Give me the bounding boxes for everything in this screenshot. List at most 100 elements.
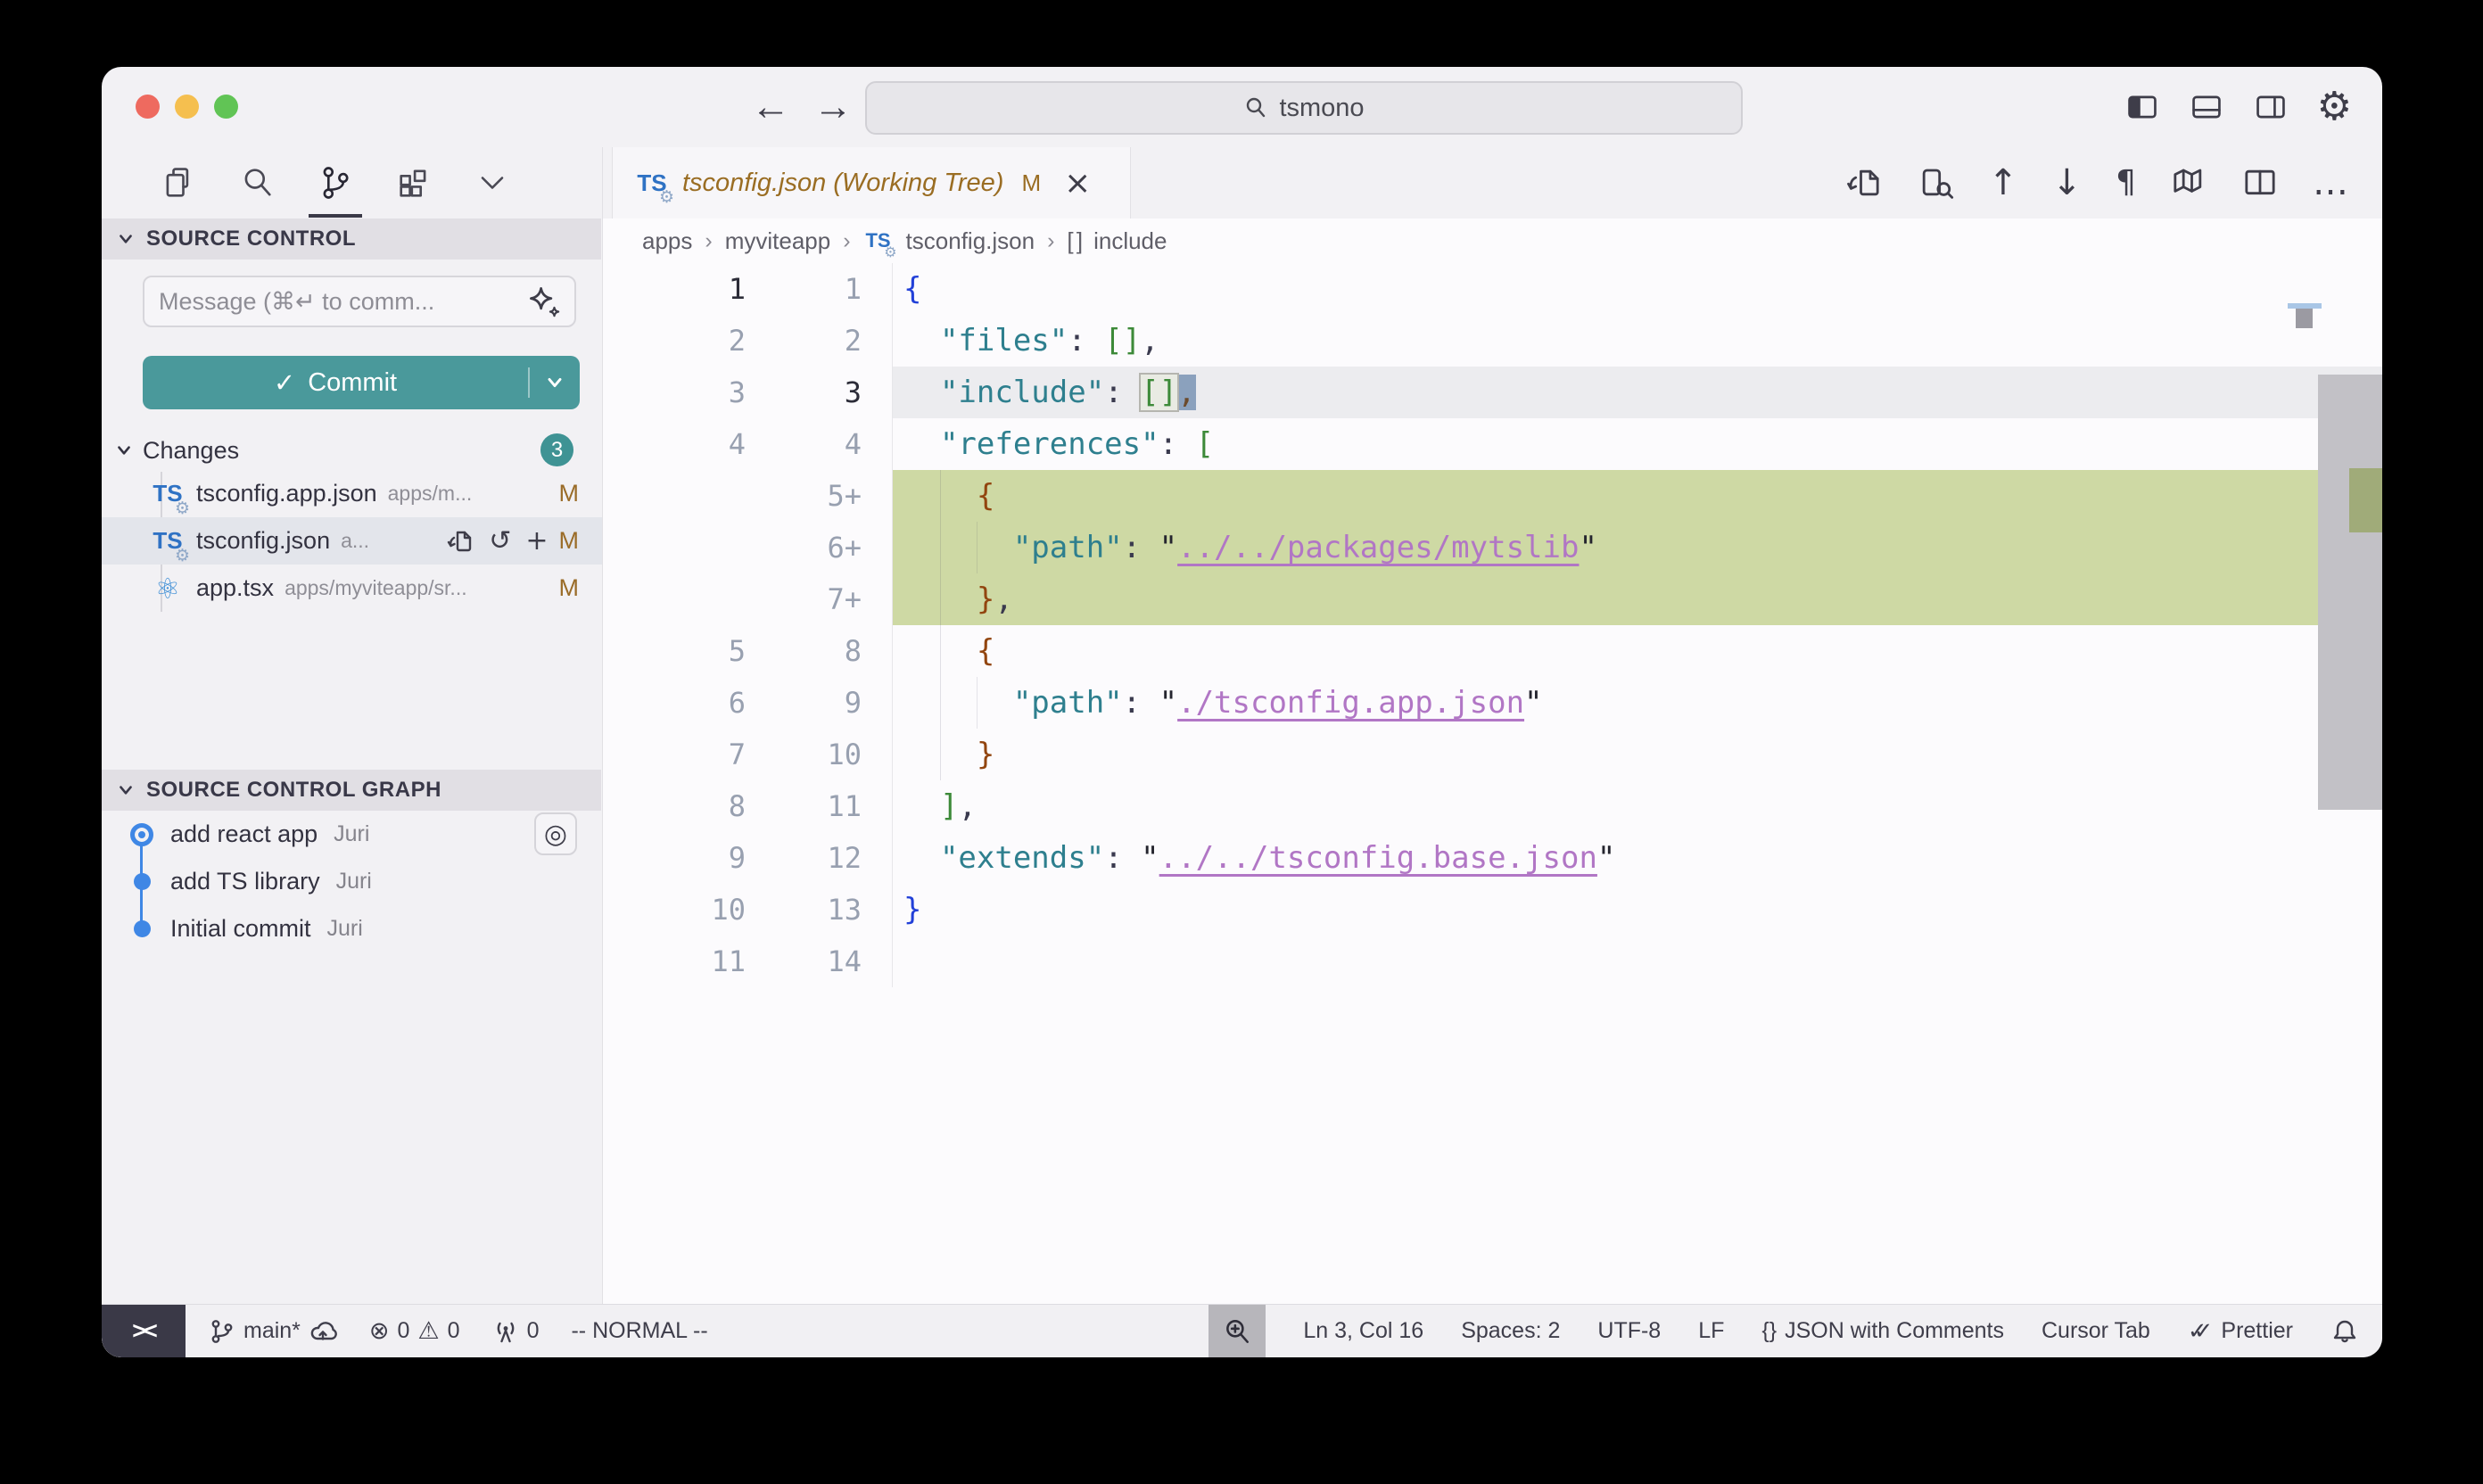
encoding-item[interactable]: UTF-8 bbox=[1597, 1318, 1661, 1344]
next-change-icon[interactable]: ↓ bbox=[2052, 163, 2083, 202]
toggle-secondary-sidebar-icon[interactable] bbox=[2253, 89, 2289, 125]
code-line[interactable]: 5+ { bbox=[603, 470, 2382, 522]
command-center-search[interactable]: tsmono bbox=[865, 81, 1743, 135]
split-editor-icon[interactable] bbox=[2241, 164, 2279, 202]
modified-badge: M bbox=[559, 527, 580, 555]
extensions-icon[interactable] bbox=[394, 163, 433, 202]
screencast-zoom-button[interactable] bbox=[1209, 1305, 1266, 1357]
breadcrumb-item-apps[interactable]: apps bbox=[642, 227, 692, 255]
stage-changes-icon[interactable]: + bbox=[525, 528, 548, 555]
code-line[interactable]: 44 "references": [ bbox=[603, 418, 2382, 470]
search-view-icon[interactable] bbox=[237, 163, 276, 202]
original-line-number: 4 bbox=[603, 418, 763, 470]
code-line[interactable]: 7+ }, bbox=[603, 573, 2382, 625]
discard-changes-icon[interactable]: ↺ bbox=[489, 528, 511, 555]
branch-status-item[interactable]: main* bbox=[209, 1317, 337, 1346]
open-changes-icon[interactable] bbox=[1917, 164, 1954, 202]
commit-row[interactable]: add TS library Juri bbox=[102, 858, 602, 905]
modified-line-number: 1 bbox=[763, 263, 892, 315]
previous-change-icon[interactable]: ↑ bbox=[1988, 163, 2018, 202]
code-line[interactable]: 1114 bbox=[603, 936, 2382, 987]
source-control-section-header[interactable]: SOURCE CONTROL bbox=[102, 218, 601, 260]
formatter-item[interactable]: ✓✓ Prettier bbox=[2188, 1318, 2293, 1345]
language-mode-item[interactable]: {} JSON with Comments bbox=[1761, 1318, 2004, 1344]
open-file-icon[interactable] bbox=[446, 527, 474, 556]
code-line[interactable]: 811 ], bbox=[603, 780, 2382, 832]
source-control-view-icon[interactable] bbox=[316, 163, 355, 202]
toggle-panel-icon[interactable] bbox=[2189, 89, 2224, 125]
commit-message: add react app bbox=[170, 820, 318, 848]
breadcrumb-item-file[interactable]: tsconfig.json bbox=[906, 227, 1035, 255]
settings-gear-icon[interactable]: ⚙ bbox=[2317, 87, 2352, 127]
whitespace-toggle-icon[interactable]: ¶ bbox=[2116, 163, 2136, 202]
goto-commit-target-icon[interactable]: ◎ bbox=[534, 812, 577, 855]
breadcrumb-item-symbol[interactable]: include bbox=[1093, 227, 1167, 255]
original-line-number bbox=[603, 470, 763, 522]
more-views-chevron-icon[interactable] bbox=[473, 163, 512, 202]
explorer-icon[interactable] bbox=[159, 163, 198, 202]
vscode-window: ← → tsmono ⚙ bbox=[102, 67, 2382, 1357]
code-lines: 11{22 "files": [],33 "include": [],44 "r… bbox=[603, 263, 2382, 987]
toggle-primary-sidebar-icon[interactable] bbox=[2124, 89, 2160, 125]
commit-dropdown-button[interactable] bbox=[530, 372, 580, 393]
changed-file-row[interactable]: TS⚙ tsconfig.app.json apps/m... M bbox=[102, 470, 602, 517]
generate-commit-message-sparkle-icon[interactable] bbox=[528, 285, 560, 317]
activity-bar bbox=[102, 147, 602, 218]
problems-status-item[interactable]: ⊗ 0 ⚠ 0 bbox=[369, 1317, 460, 1345]
code-line[interactable]: 22 "files": [], bbox=[603, 315, 2382, 367]
remote-indicator-button[interactable]: >< bbox=[102, 1305, 186, 1357]
chevron-down-icon bbox=[114, 441, 134, 460]
modified-line-number: 5+ bbox=[763, 470, 892, 522]
code-line[interactable]: 11{ bbox=[603, 263, 2382, 315]
code-line[interactable]: 69 "path": "./tsconfig.app.json" bbox=[603, 677, 2382, 729]
commit-message-input[interactable]: Message (⌘↵ to comm... bbox=[143, 276, 576, 327]
commit-button[interactable]: ✓ Commit bbox=[143, 356, 580, 409]
title-bar: ← → tsmono ⚙ bbox=[102, 67, 2382, 147]
code-line[interactable]: 58 { bbox=[603, 625, 2382, 677]
commit-row[interactable]: add react app Juri ◎ bbox=[102, 811, 602, 858]
code-line[interactable]: 33 "include": [], bbox=[603, 367, 2382, 418]
eol-item[interactable]: LF bbox=[1698, 1318, 1724, 1344]
vim-mode-indicator[interactable]: -- NORMAL -- bbox=[571, 1318, 707, 1344]
commit-row[interactable]: Initial commit Juri bbox=[102, 905, 602, 952]
branch-name: main* bbox=[243, 1318, 301, 1344]
cursor-tab-item[interactable]: Cursor Tab bbox=[2042, 1318, 2150, 1344]
back-icon[interactable]: ← bbox=[751, 85, 790, 129]
minimize-window-button[interactable] bbox=[175, 95, 199, 119]
map-icon[interactable] bbox=[2170, 164, 2207, 202]
tab-tsconfig-working-tree[interactable]: TS⚙ tsconfig.json (Working Tree) M × bbox=[612, 147, 1131, 218]
ports-status-item[interactable]: 0 bbox=[492, 1318, 540, 1345]
indentation-item[interactable]: Spaces: 2 bbox=[1461, 1318, 1560, 1344]
original-line-number: 8 bbox=[603, 780, 763, 832]
open-file-icon[interactable] bbox=[1845, 164, 1883, 202]
modified-line-number: 6+ bbox=[763, 522, 892, 573]
code-line-content: "include": [], bbox=[892, 367, 2382, 418]
breadcrumb-item-myviteapp[interactable]: myviteapp bbox=[725, 227, 831, 255]
code-line-content: "files": [], bbox=[892, 315, 2382, 367]
react-file-icon: ⚛ bbox=[150, 572, 186, 606]
code-line[interactable]: 1013} bbox=[603, 884, 2382, 936]
code-line[interactable]: 912 "extends": "../../tsconfig.base.json… bbox=[603, 832, 2382, 884]
close-tab-icon[interactable]: × bbox=[1064, 165, 1091, 202]
code-line[interactable]: 6+ "path": "../../packages/mytslib" bbox=[603, 522, 2382, 573]
zoom-window-button[interactable] bbox=[214, 95, 238, 119]
graph-header-label: SOURCE CONTROL GRAPH bbox=[146, 778, 441, 803]
cursor-position-item[interactable]: Ln 3, Col 16 bbox=[1303, 1318, 1423, 1344]
notifications-bell-icon[interactable] bbox=[2330, 1317, 2359, 1346]
search-icon bbox=[1243, 95, 1268, 120]
changes-section-header[interactable]: Changes 3 bbox=[102, 431, 602, 470]
source-control-graph-header[interactable]: SOURCE CONTROL GRAPH bbox=[102, 770, 601, 811]
ts-file-icon: TS⚙ bbox=[150, 524, 186, 559]
changed-file-row-selected[interactable]: TS⚙ tsconfig.json a... ↺ + M bbox=[102, 517, 602, 565]
vertical-scrollbar[interactable] bbox=[2318, 375, 2382, 810]
code-line[interactable]: 710 } bbox=[603, 729, 2382, 780]
code-editor[interactable]: 11{22 "files": [],33 "include": [],44 "r… bbox=[603, 263, 2382, 1304]
commit-head-dot bbox=[130, 823, 153, 846]
changed-file-row[interactable]: ⚛ app.tsx apps/myviteapp/sr... M bbox=[102, 565, 602, 612]
forward-icon[interactable]: → bbox=[813, 85, 853, 129]
added-lines-overview-marker bbox=[2349, 468, 2382, 532]
close-window-button[interactable] bbox=[136, 95, 160, 119]
tab-bar: TS⚙ tsconfig.json (Working Tree) M × ↑ ↓… bbox=[603, 147, 2382, 218]
file-name: app.tsx bbox=[196, 574, 274, 602]
more-actions-icon[interactable]: … bbox=[2313, 163, 2348, 202]
